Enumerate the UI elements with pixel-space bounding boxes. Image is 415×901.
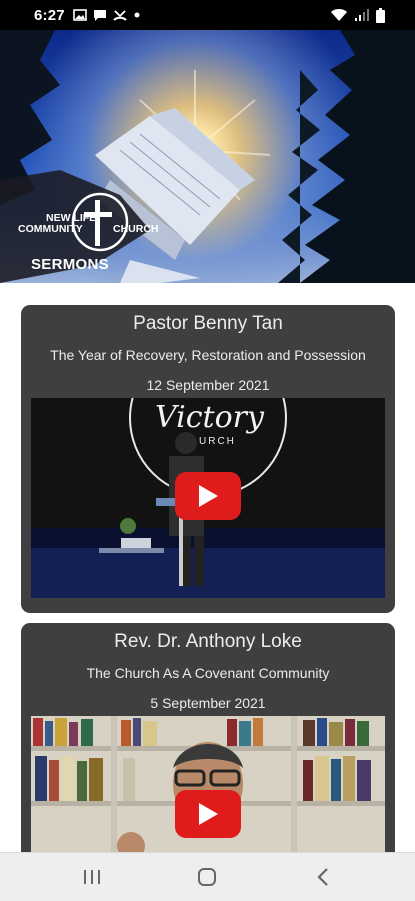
sermon-speaker: Pastor Benny Tan (133, 313, 283, 334)
status-bar: 6:27 (0, 0, 415, 30)
church-logo: NEW LIFE COMMUNITY CHURCH (18, 192, 159, 252)
wifi-icon (331, 9, 347, 21)
sermon-title: The Year of Recovery, Restoration and Po… (50, 347, 366, 363)
back-icon[interactable] (312, 867, 336, 887)
dot-icon (134, 12, 140, 18)
battery-icon (376, 7, 385, 23)
video-thumbnail[interactable]: Victory URCH (31, 398, 385, 598)
play-icon (199, 803, 218, 825)
thumbnail-logo-sub: URCH (199, 436, 236, 447)
sermon-date: 12 September 2021 (146, 377, 270, 393)
sermon-speaker: Rev. Dr. Anthony Loke (114, 631, 302, 652)
status-notifications (73, 9, 141, 22)
signal-icon (355, 9, 369, 21)
system-nav-bar (0, 852, 415, 901)
sermon-card[interactable]: Rev. Dr. Anthony Loke The Church As A Co… (21, 623, 395, 852)
hero-banner: NEW LIFE COMMUNITY CHURCH SERMONS (0, 30, 415, 283)
play-button[interactable] (175, 472, 241, 520)
status-system-icons (330, 7, 385, 23)
play-button[interactable] (175, 790, 241, 838)
image-icon (73, 9, 87, 21)
logo-line-3: CHURCH (113, 223, 159, 235)
thumbnail-logo-text: Victory (155, 400, 264, 435)
play-icon (199, 485, 218, 507)
sermon-list[interactable]: Pastor Benny Tan The Year of Recovery, R… (0, 283, 415, 852)
video-thumbnail[interactable] (31, 716, 385, 852)
sermon-date: 5 September 2021 (150, 695, 266, 711)
sermon-card[interactable]: Pastor Benny Tan The Year of Recovery, R… (21, 305, 395, 613)
sermon-title: The Church As A Covenant Community (86, 665, 330, 681)
home-icon[interactable] (195, 867, 219, 887)
missed-call-icon (113, 9, 127, 21)
message-icon (93, 9, 106, 21)
page-title: SERMONS (31, 256, 109, 273)
status-time: 6:27 (34, 6, 65, 24)
logo-line-2: COMMUNITY (18, 223, 83, 235)
recent-apps-icon[interactable] (80, 867, 104, 887)
